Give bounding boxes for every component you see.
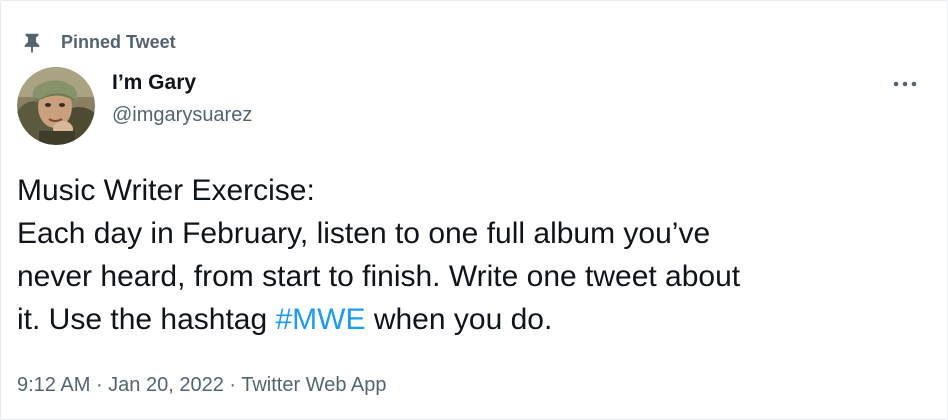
tweet-line: it. Use the hashtag #MWE when you do. <box>17 298 937 341</box>
author-handle[interactable]: @imgarysuarez <box>112 102 252 128</box>
pinned-indicator: Pinned Tweet <box>21 29 176 55</box>
user-avatar-image <box>17 67 95 145</box>
tweet-card[interactable]: Pinned Tweet I’m Gary @imgarysuarez Musi… <box>0 0 948 420</box>
tweet-metadata: 9:12 AM · Jan 20, 2022 · Twitter Web App <box>17 371 387 399</box>
meta-separator: · <box>90 374 109 396</box>
more-horizontal-icon <box>893 81 917 87</box>
avatar[interactable] <box>17 67 95 145</box>
tweet-source[interactable]: Twitter Web App <box>241 374 386 396</box>
tweet-text-segment: it. Use the hashtag <box>17 303 276 336</box>
more-options-button[interactable] <box>885 71 925 97</box>
tweet-line: Music Writer Exercise: <box>17 174 315 207</box>
meta-separator: · <box>223 374 242 396</box>
pin-icon <box>24 33 40 53</box>
pinned-label: Pinned Tweet <box>61 32 176 52</box>
author-name[interactable]: I’m Gary <box>112 69 196 97</box>
tweet-time[interactable]: 9:12 AM <box>17 374 90 396</box>
tweet-line: never heard, from start to finish. Write… <box>17 260 741 293</box>
tweet-text-segment: when you do. <box>365 303 553 336</box>
tweet-text: Music Writer Exercise: Each day in Febru… <box>17 169 937 341</box>
tweet-date[interactable]: Jan 20, 2022 <box>108 374 224 396</box>
tweet-line: Each day in February, listen to one full… <box>17 217 711 250</box>
hashtag-link[interactable]: #MWE <box>276 303 366 336</box>
